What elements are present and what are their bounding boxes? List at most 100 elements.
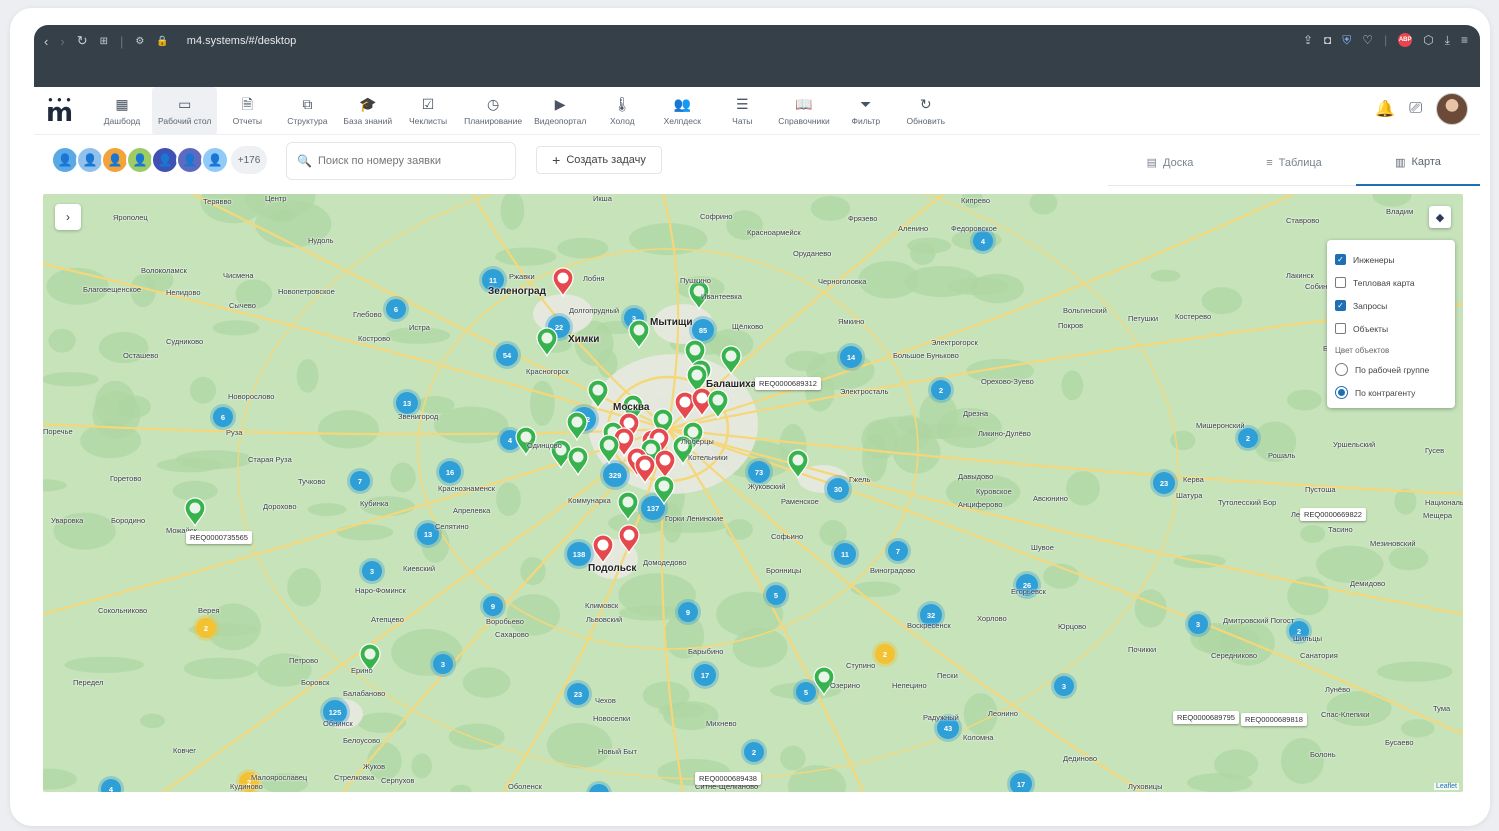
toolbar-item-video[interactable]: ▶ Видеопортал	[528, 87, 592, 135]
cluster-marker[interactable]: 6	[210, 404, 236, 430]
color-option[interactable]: По контрагенту	[1335, 381, 1447, 404]
map-canvas[interactable]: 1122354854614213611241673297313730223131…	[43, 194, 1463, 792]
request-label[interactable]: REQ0000669822	[1300, 508, 1366, 521]
cluster-count: 23	[1160, 479, 1168, 488]
toolbar-item-helpdesk[interactable]: 👥 Хелпдеск	[652, 87, 712, 135]
heart-icon[interactable]: ♡	[1362, 33, 1373, 48]
toolbar-item-refresh[interactable]: ↻ Обновить	[896, 87, 956, 135]
request-label[interactable]: REQ0000689795	[1173, 711, 1239, 724]
map-place-label: Коммунарка	[568, 496, 611, 505]
color-option-label: По рабочей группе	[1355, 364, 1430, 375]
menu-icon[interactable]: ≡	[1461, 33, 1468, 48]
app-logo[interactable]: ● ● ● m	[44, 95, 74, 128]
tab-table[interactable]: ≡ Таблица	[1232, 140, 1356, 186]
layers-button[interactable]: ◆	[1429, 206, 1451, 228]
toolbar-item-report[interactable]: 🗎 Отчеты	[217, 87, 277, 135]
bell-icon[interactable]: 🔔	[1375, 99, 1395, 119]
request-label[interactable]: REQ0000689438	[695, 772, 761, 785]
map-attribution[interactable]: Leaflet	[1433, 783, 1459, 790]
share-icon[interactable]: ⇪	[1303, 33, 1313, 48]
toolbar-item-dashboard[interactable]: ▦ Дашборд	[92, 87, 152, 135]
shield-icon[interactable]: ⛨	[1342, 33, 1351, 48]
cluster-marker[interactable]: 329	[600, 460, 630, 490]
toolbar-item-clock[interactable]: ◷ Планирование	[458, 87, 528, 135]
map-place-label: Большое Буньково	[893, 351, 959, 360]
cluster-marker[interactable]: 6	[383, 296, 409, 322]
request-label[interactable]: REQ0000689312	[755, 377, 821, 390]
app-toolbar: ● ● ● m ▦ Дашборд ▭ Рабочий стол 🗎 Отчеты ⧉ Стр…	[34, 87, 1480, 135]
back-icon[interactable]: ‹	[44, 34, 48, 49]
create-task-button[interactable]: + Создать задачу	[536, 146, 662, 174]
user-group-icon[interactable]: 👤	[176, 146, 204, 174]
user-group-icon[interactable]: 👤	[76, 146, 104, 174]
cluster-marker[interactable]: 23	[1150, 469, 1178, 497]
checkbox[interactable]: ✓	[1335, 300, 1346, 311]
adblock-icon[interactable]: ABP	[1398, 33, 1413, 47]
toolbar-item-checklist[interactable]: ☑ Чеклисты	[398, 87, 458, 135]
cluster-marker[interactable]: 2	[928, 377, 954, 403]
site-settings-icon[interactable]: ⚙	[135, 36, 144, 47]
cluster-marker[interactable]: 3	[359, 558, 385, 584]
cluster-marker[interactable]: 2	[872, 641, 898, 667]
toolbar-item-graduation-cap[interactable]: 🎓 База знаний	[337, 87, 398, 135]
cluster-marker[interactable]: 54	[493, 341, 521, 369]
radio[interactable]	[1335, 363, 1348, 376]
extension-icon[interactable]: ⬡	[1423, 33, 1433, 48]
layer-option[interactable]: Тепловая карта	[1335, 271, 1447, 294]
forward-icon[interactable]: ›	[60, 34, 64, 49]
map-view[interactable]: 1122354854614213611241673297313730223131…	[43, 194, 1463, 792]
color-option[interactable]: По рабочей группе	[1335, 358, 1447, 381]
camera-icon[interactable]: ◘	[1324, 33, 1331, 48]
layer-option[interactable]: Объекты	[1335, 317, 1447, 340]
cluster-marker[interactable]: 14	[837, 343, 865, 371]
tab-board[interactable]: ▤ Доска	[1108, 140, 1232, 186]
toolbar-item-book[interactable]: 📖 Справочники	[772, 87, 836, 135]
user-group-icon[interactable]: 👤	[126, 146, 154, 174]
cluster-marker[interactable]: 5	[793, 679, 819, 705]
cluster-marker[interactable]: 9	[480, 593, 506, 619]
layer-option[interactable]: ✓ Инженеры	[1335, 248, 1447, 271]
request-label[interactable]: REQ0000735565	[186, 531, 252, 544]
cluster-marker[interactable]: 11	[831, 540, 859, 568]
cluster-marker[interactable]: 17	[691, 661, 719, 689]
cluster-marker[interactable]: 16	[436, 458, 464, 486]
cluster-marker[interactable]: 3	[1185, 611, 1211, 637]
cluster-marker[interactable]: 23	[564, 680, 592, 708]
tab-map[interactable]: ▥ Карта	[1356, 140, 1480, 186]
reload-icon[interactable]: ↻	[77, 33, 88, 49]
cluster-marker[interactable]: 2	[741, 739, 767, 765]
map-place-label: Шильцы	[1293, 634, 1323, 643]
cluster-marker[interactable]: 5	[763, 582, 789, 608]
toolbar-item-desktop[interactable]: ▭ Рабочий стол	[152, 87, 218, 135]
cluster-marker[interactable]: 3	[1051, 673, 1077, 699]
toolbar-item-chat[interactable]: ☰ Чаты	[712, 87, 772, 135]
cluster-marker[interactable]: 30	[824, 475, 852, 503]
cluster-marker[interactable]: 7	[885, 538, 911, 564]
checkbox[interactable]: ✓	[1335, 254, 1346, 265]
messages-icon[interactable]: ⎚	[1409, 100, 1422, 118]
address-bar[interactable]: m4.systems/#/desktop	[187, 35, 296, 47]
toolbar-item-thermometer[interactable]: 🌡 Холод	[592, 87, 652, 135]
user-group-icon[interactable]: 👤	[151, 146, 179, 174]
cluster-marker[interactable]: 2	[193, 615, 219, 641]
toolbar-item-structure[interactable]: ⧉ Структура	[277, 87, 337, 135]
cluster-marker[interactable]: 9	[675, 599, 701, 625]
download-icon[interactable]: ⤓	[1445, 33, 1450, 48]
cluster-marker[interactable]: 7	[347, 468, 373, 494]
checkbox[interactable]	[1335, 323, 1346, 334]
more-users-badge[interactable]: +176	[231, 146, 267, 174]
layer-option[interactable]: ✓ Запросы	[1335, 294, 1447, 317]
cluster-marker[interactable]: 3	[430, 651, 456, 677]
toolbar-item-filter[interactable]: ⏷ Фильтр	[836, 87, 896, 135]
request-label[interactable]: REQ0000689818	[1241, 713, 1307, 726]
radio[interactable]	[1335, 386, 1348, 399]
user-group-icon[interactable]: 👤	[101, 146, 129, 174]
expand-sidebar-button[interactable]: ›	[55, 204, 81, 230]
user-group-icon[interactable]: 👤	[201, 146, 229, 174]
search-input[interactable]	[317, 155, 508, 167]
search-box[interactable]: 🔍	[286, 142, 516, 180]
checkbox[interactable]	[1335, 277, 1346, 288]
user-group-icon[interactable]: 👤	[51, 146, 79, 174]
user-avatar[interactable]	[1436, 93, 1468, 125]
apps-icon[interactable]: ⊞	[100, 36, 108, 47]
